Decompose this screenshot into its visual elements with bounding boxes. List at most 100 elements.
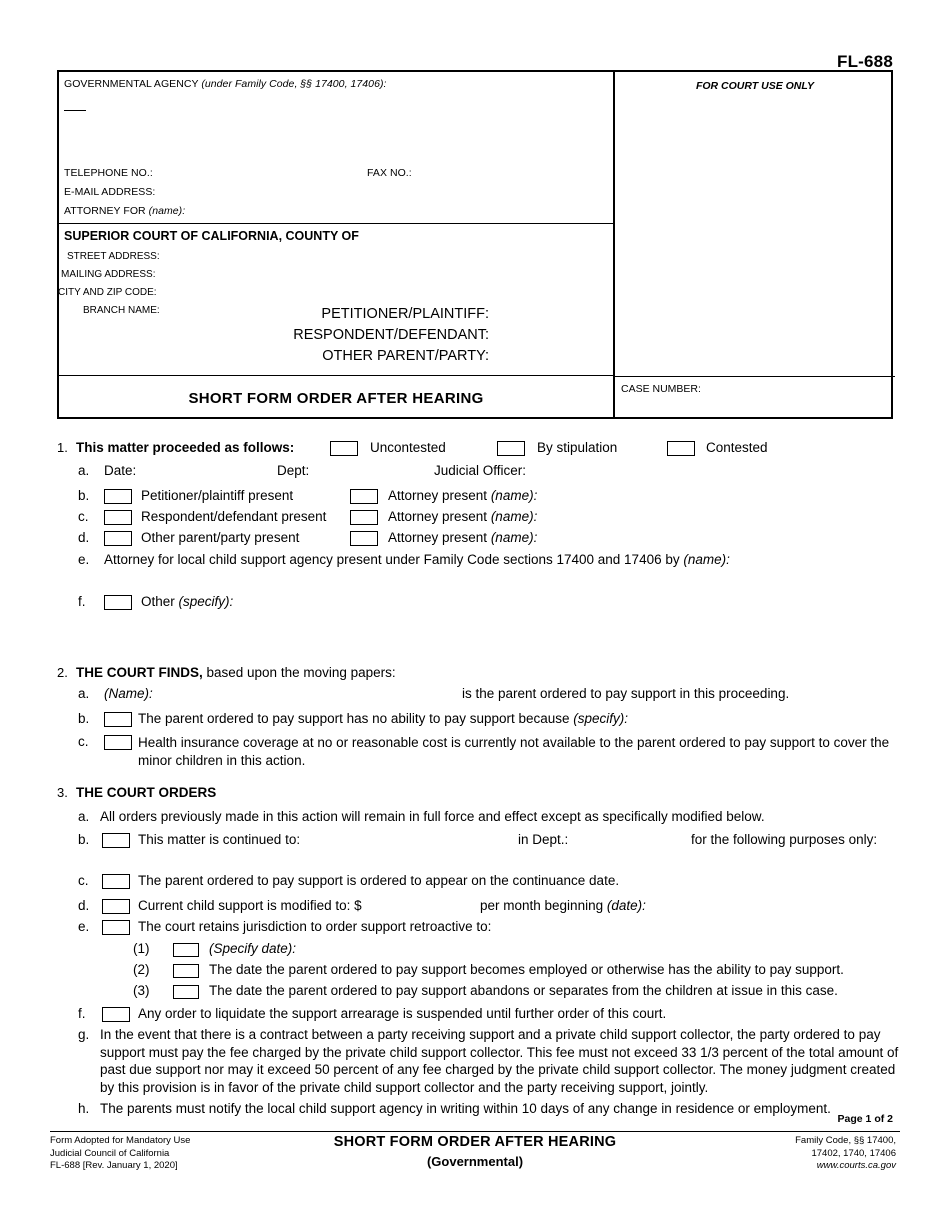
agency-fill-rule	[64, 110, 86, 111]
item-2b-text: The parent ordered to pay support has no…	[138, 711, 629, 726]
checkbox-retroactive-abandons[interactable]	[173, 985, 199, 999]
fax-label: FAX NO.:	[367, 167, 412, 179]
checkbox-ordered-to-appear[interactable]	[102, 874, 130, 889]
checkbox-by-stipulation[interactable]	[497, 441, 525, 456]
item-3a-text: All orders previously made in this actio…	[100, 809, 765, 824]
item-3-heading: THE COURT ORDERS	[76, 785, 217, 800]
checkbox-no-ability-to-pay[interactable]	[104, 712, 132, 727]
footer-code-line1: Family Code, §§ 17400,	[795, 1135, 896, 1146]
attorney-for-label: ATTORNEY FOR (name):	[64, 205, 186, 217]
parties-cell[interactable]: PETITIONER/PLAINTIFF: RESPONDENT/DEFENDA…	[59, 300, 613, 376]
petitioner-label: PETITIONER/PLAINTIFF:	[321, 306, 489, 322]
item-1-number: 1.	[57, 440, 68, 455]
checkbox-petitioner-present[interactable]	[104, 489, 132, 504]
superior-court-title: SUPERIOR COURT OF CALIFORNIA, COUNTY OF	[64, 229, 359, 243]
item-3e-1-number: (1)	[133, 941, 150, 956]
checkbox-other-parent-attorney-present[interactable]	[350, 531, 378, 546]
checkbox-contested[interactable]	[667, 441, 695, 456]
checkbox-other-parent-present[interactable]	[104, 531, 132, 546]
checkbox-health-insurance-unavailable[interactable]	[104, 735, 132, 750]
item-1e-text: Attorney for local child support agency …	[104, 552, 730, 567]
case-number-cell[interactable]: CASE NUMBER:	[615, 376, 895, 419]
mailing-address-label: MAILING ADDRESS:	[61, 269, 156, 280]
item-2-heading: THE COURT FINDS, based upon the moving p…	[76, 665, 396, 680]
checkbox-other-specify[interactable]	[104, 595, 132, 610]
footer-right-block: Family Code, §§ 17400, 17402, 1740, 1740…	[795, 1135, 896, 1173]
item-1f-text: Other (specify):	[141, 594, 234, 609]
item-1c-text: Respondent/defendant present	[141, 509, 327, 524]
checkbox-retroactive-becomes-employed[interactable]	[173, 964, 199, 978]
item-3f-text: Any order to liquidate the support arrea…	[138, 1006, 667, 1021]
email-label: E-MAIL ADDRESS:	[64, 186, 156, 198]
item-1d-text: Other parent/party present	[141, 530, 300, 545]
item-1c-letter: c.	[78, 509, 89, 524]
checkbox-retains-jurisdiction[interactable]	[102, 920, 130, 935]
caption-box: GOVERNMENTAL AGENCY (under Family Code, …	[57, 70, 895, 419]
item-3d-letter: d.	[78, 898, 90, 913]
item-2a-name-label: (Name):	[104, 686, 153, 701]
footer-divider	[50, 1131, 900, 1132]
item-1a-letter: a.	[78, 463, 90, 478]
city-zip-label: CITY AND ZIP CODE:	[58, 287, 157, 298]
item-3b-purposes-label: for the following purposes only:	[691, 832, 878, 847]
label-uncontested: Uncontested	[370, 440, 446, 455]
case-number-label: CASE NUMBER:	[621, 383, 701, 395]
item-3b-dept-label: in Dept.:	[518, 832, 569, 847]
item-2a-letter: a.	[78, 686, 90, 701]
item-3g-text: In the event that there is a contract be…	[100, 1027, 899, 1095]
footer-website-url: www.courts.ca.gov	[816, 1160, 896, 1171]
item-3-number: 3.	[57, 785, 68, 800]
for-court-use-only-label: FOR COURT USE ONLY	[695, 80, 815, 92]
item-2c-text: Health insurance coverage at no or reaso…	[138, 735, 890, 768]
checkbox-retroactive-specify-date[interactable]	[173, 943, 199, 957]
checkbox-support-modified[interactable]	[102, 899, 130, 914]
item-3d-per-month-label: per month beginning (date):	[480, 898, 646, 913]
item-1b-letter: b.	[78, 488, 90, 503]
form-number: FL-688	[837, 52, 893, 71]
footer-code-line2: 17402, 1740, 17406	[811, 1147, 896, 1159]
item-1a-date-label: Date:	[104, 463, 137, 478]
item-3d-text: Current child support is modified to: $	[138, 898, 362, 913]
respondent-label: RESPONDENT/DEFENDANT:	[293, 327, 489, 343]
page-indicator: Page 1 of 2	[837, 1113, 893, 1125]
item-1c-attorney-label: Attorney present (name):	[388, 509, 538, 524]
item-1b-attorney-label: Attorney present (name):	[388, 488, 538, 503]
item-1e-letter: e.	[78, 552, 90, 567]
item-3f-letter: f.	[78, 1006, 86, 1021]
item-1b-text: Petitioner/plaintiff present	[141, 488, 294, 503]
caption-left-column: GOVERNMENTAL AGENCY (under Family Code, …	[58, 72, 615, 417]
item-3b-letter: b.	[78, 832, 90, 847]
form-title: SHORT FORM ORDER AFTER HEARING	[188, 390, 484, 407]
item-2b-letter: b.	[78, 711, 90, 726]
item-3e-3-number: (3)	[133, 983, 150, 998]
telephone-label: TELEPHONE NO.:	[64, 167, 153, 179]
agency-cell[interactable]: GOVERNMENTAL AGENCY (under Family Code, …	[59, 72, 613, 224]
label-contested: Contested	[706, 440, 768, 455]
item-3b-text: This matter is continued to:	[138, 832, 301, 847]
item-3g-letter: g.	[78, 1027, 90, 1042]
item-3c-text: The parent ordered to pay support is ord…	[138, 873, 620, 888]
checkbox-petitioner-attorney-present[interactable]	[350, 489, 378, 504]
label-by-stipulation: By stipulation	[537, 440, 618, 455]
item-1a-dept-label: Dept:	[277, 463, 310, 478]
agency-label: GOVERNMENTAL AGENCY (under Family Code, …	[64, 78, 387, 90]
checkbox-uncontested[interactable]	[330, 441, 358, 456]
checkbox-respondent-attorney-present[interactable]	[350, 510, 378, 525]
item-3e-2-number: (2)	[133, 962, 150, 977]
checkbox-matter-continued[interactable]	[102, 833, 130, 848]
item-1a-judicial-officer-label: Judicial Officer:	[434, 463, 527, 478]
item-1d-letter: d.	[78, 530, 90, 545]
item-2c-letter: c.	[78, 734, 89, 749]
item-3e-1-text: (Specify date):	[209, 941, 297, 956]
item-2a-text: is the parent ordered to pay support in …	[462, 686, 790, 701]
item-1d-attorney-label: Attorney present (name):	[388, 530, 538, 545]
checkbox-liquidate-arrearage-suspended[interactable]	[102, 1007, 130, 1022]
item-3e-text: The court retains jurisdiction to order …	[138, 919, 492, 934]
item-2-number: 2.	[57, 665, 68, 680]
item-3a-letter: a.	[78, 809, 90, 824]
item-3e-2-text: The date the parent ordered to pay suppo…	[209, 962, 844, 977]
form-page: FL-688 GOVERNMENTAL AGENCY (under Family…	[0, 0, 950, 1230]
item-3e-letter: e.	[78, 919, 90, 934]
checkbox-respondent-present[interactable]	[104, 510, 132, 525]
street-address-label: STREET ADDRESS:	[67, 251, 160, 262]
